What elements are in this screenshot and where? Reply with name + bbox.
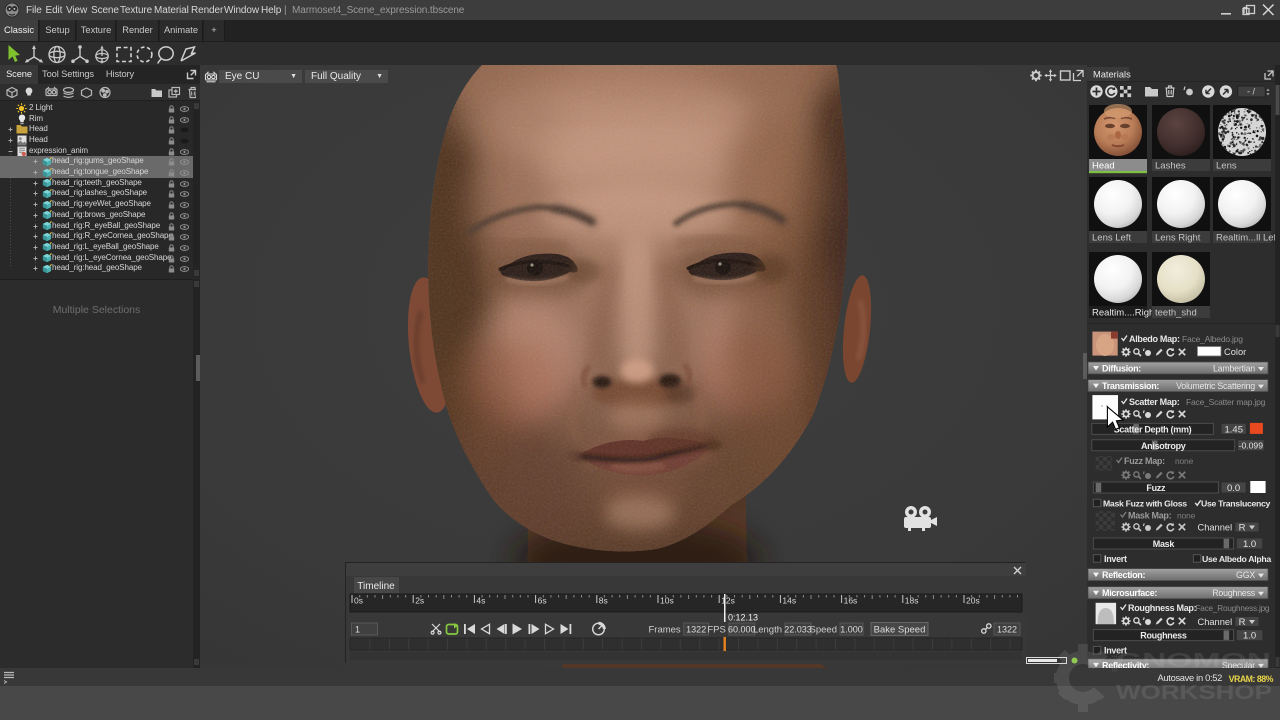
svg-text:FPS: FPS — [707, 625, 725, 636]
svg-text:6s: 6s — [538, 596, 547, 606]
svg-text:none: none — [1175, 456, 1194, 466]
svg-text:0:12.13: 0:12.13 — [728, 613, 758, 623]
svg-text:Mask Map:: Mask Map: — [1128, 511, 1172, 521]
svg-text:0.0: 0.0 — [1227, 483, 1240, 494]
svg-text:1322: 1322 — [686, 625, 706, 635]
svg-text:1322: 1322 — [997, 625, 1017, 635]
svg-text:20s: 20s — [966, 596, 980, 606]
svg-text:Transmission:: Transmission: — [1102, 381, 1159, 391]
svg-text:Length: Length — [753, 625, 782, 636]
svg-text:Materials: Materials — [1093, 70, 1131, 80]
svg-text:Mask: Mask — [1153, 539, 1176, 549]
svg-text:Scatter Map:: Scatter Map: — [1129, 397, 1180, 407]
svg-text:Fuzz Map:: Fuzz Map: — [1124, 456, 1165, 466]
svg-text:1.0: 1.0 — [1243, 539, 1256, 550]
svg-text:GGX: GGX — [1236, 570, 1255, 580]
svg-text:Diffusion:: Diffusion: — [1102, 364, 1141, 374]
svg-text:Realtim....Right: Realtim....Right — [1092, 308, 1157, 319]
svg-text:Face_Roughness.jpg: Face_Roughness.jpg — [1196, 604, 1270, 613]
svg-text:Invert: Invert — [1104, 554, 1127, 564]
svg-text:Use Albedo Alpha: Use Albedo Alpha — [1202, 554, 1271, 564]
svg-text:Lens Right: Lens Right — [1155, 233, 1201, 244]
svg-text:Bake Speed: Bake Speed — [874, 625, 926, 636]
svg-text:1.000: 1.000 — [840, 625, 863, 635]
svg-text:-0.099: -0.099 — [1239, 440, 1264, 450]
svg-text:1.45: 1.45 — [1225, 424, 1244, 435]
svg-text:Speed: Speed — [810, 625, 837, 636]
svg-text:0s: 0s — [354, 596, 363, 606]
svg-text:WORKSHOP: WORKSHOP — [1116, 682, 1272, 704]
svg-text:Roughness: Roughness — [1212, 588, 1256, 598]
svg-text:Face_Albedo.jpg: Face_Albedo.jpg — [1182, 334, 1243, 344]
svg-text:8s: 8s — [599, 596, 608, 606]
svg-text:16s: 16s — [844, 596, 858, 606]
svg-text:Volumetric Scattering: Volumetric Scattering — [1176, 381, 1255, 391]
svg-text:R: R — [1239, 617, 1246, 628]
svg-text:18s: 18s — [905, 596, 919, 606]
svg-text:Realtim...ll Left: Realtim...ll Left — [1216, 233, 1279, 244]
svg-text:Mask Fuzz with Gloss: Mask Fuzz with Gloss — [1103, 499, 1187, 509]
svg-text:Lambertian: Lambertian — [1213, 364, 1255, 374]
svg-text:Roughness Map:: Roughness Map: — [1128, 603, 1197, 613]
svg-text:Face_Scatter map.jpg: Face_Scatter map.jpg — [1186, 397, 1266, 407]
svg-text:4s: 4s — [476, 596, 485, 606]
svg-text:GNOMON: GNOMON — [1116, 650, 1271, 672]
svg-text:Fuzz: Fuzz — [1146, 483, 1166, 493]
svg-text:none: none — [1177, 511, 1196, 521]
svg-text:14s: 14s — [782, 596, 796, 606]
svg-text:R: R — [1239, 523, 1246, 534]
svg-text:Anisotropy: Anisotropy — [1141, 441, 1186, 451]
svg-text:Head: Head — [1092, 161, 1115, 172]
svg-text:- /: - / — [1247, 87, 1255, 97]
svg-text:2s: 2s — [415, 596, 424, 606]
svg-text:12s: 12s — [721, 596, 735, 606]
svg-text:Timeline: Timeline — [357, 581, 395, 592]
svg-text:Frames: Frames — [648, 625, 680, 636]
svg-text:Use Translucency: Use Translucency — [1201, 499, 1271, 509]
svg-text:22.033: 22.033 — [784, 625, 812, 635]
svg-text:teeth_shd: teeth_shd — [1155, 308, 1197, 319]
svg-text:10s: 10s — [660, 596, 674, 606]
svg-text:Channel: Channel — [1198, 617, 1233, 627]
svg-text:Microsurface:: Microsurface: — [1102, 588, 1157, 598]
svg-text:Lashes: Lashes — [1155, 161, 1186, 172]
svg-text:1: 1 — [355, 625, 360, 635]
svg-text:Lens Left: Lens Left — [1092, 233, 1131, 244]
svg-text:60.000: 60.000 — [728, 625, 756, 635]
svg-text:Color: Color — [1224, 347, 1246, 357]
svg-text:Reflection:: Reflection: — [1102, 570, 1146, 580]
svg-text:Scatter Depth (mm): Scatter Depth (mm) — [1114, 424, 1192, 434]
svg-text:Albedo Map:: Albedo Map: — [1129, 334, 1180, 344]
svg-text:Lens: Lens — [1216, 161, 1237, 172]
svg-text:Channel: Channel — [1198, 523, 1233, 533]
